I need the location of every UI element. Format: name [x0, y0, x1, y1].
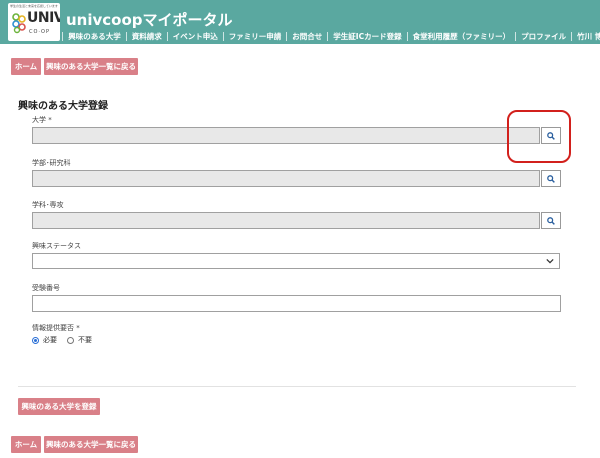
info-provision-label: 情報提供要否 *: [32, 323, 80, 333]
radio-not-required-label: 不要: [78, 336, 92, 344]
radio-required[interactable]: [32, 336, 39, 344]
department-input[interactable]: [32, 212, 540, 229]
home-button-top[interactable]: ホーム: [11, 58, 41, 75]
nav-item-interested-universities[interactable]: 興味のある大学: [63, 31, 127, 41]
interest-status-select[interactable]: [32, 253, 560, 269]
university-label: 大学 *: [32, 115, 52, 125]
chevron-down-icon: [546, 258, 554, 264]
form-divider: [18, 386, 576, 387]
user-menu[interactable]: 竹川 博士: [572, 32, 600, 41]
home-button-bottom[interactable]: ホーム: [11, 436, 41, 453]
logo-wordmark: UNIV.: [27, 10, 60, 26]
info-provision-label-text: 情報提供要否: [32, 324, 74, 332]
search-icon: [547, 216, 555, 225]
back-to-list-button-top[interactable]: 興味のある大学一覧に戻る: [44, 58, 138, 75]
nav-item-event-registration[interactable]: イベント申込: [168, 31, 224, 41]
department-label: 学科･専攻: [32, 201, 64, 209]
nav-item-family-application[interactable]: ファミリー申請: [224, 31, 288, 41]
nav-item-contact[interactable]: お問合せ: [287, 31, 329, 41]
nav-item-cafeteria-history[interactable]: 食堂利用履歴（ファミリー）: [408, 31, 517, 41]
exam-number-label: 受験番号: [32, 284, 60, 292]
nav-item-document-request[interactable]: 資料請求: [127, 31, 168, 41]
interest-status-label: 興味ステータス: [32, 242, 81, 250]
form-title: 興味のある大学登録: [18, 101, 108, 112]
user-name: 竹川 博士: [577, 31, 600, 41]
faculty-label: 学部･研究科: [32, 159, 71, 167]
nav-item-student-id-card[interactable]: 学生証ICカード登録: [328, 31, 408, 41]
logo-mark-icon: [12, 13, 26, 34]
faculty-input[interactable]: [32, 170, 540, 187]
nav-item-home[interactable]: ホーム: [30, 31, 64, 41]
university-label-text: 大学: [32, 116, 46, 124]
app-header: 学生の生活と未来を応援しています UNIV. CO·OP univcoopマイポ…: [0, 0, 600, 44]
required-mark: *: [76, 324, 80, 332]
radio-required-label: 必要: [43, 336, 57, 344]
required-mark: *: [48, 116, 52, 124]
radio-not-required[interactable]: [67, 336, 74, 344]
info-provision-radio-group: 必要 不要: [32, 335, 92, 345]
faculty-search-button[interactable]: [541, 170, 561, 187]
highlight-annotation: [507, 110, 571, 163]
register-university-button[interactable]: 興味のある大学を登録: [18, 398, 100, 415]
back-to-list-button-bottom[interactable]: 興味のある大学一覧に戻る: [44, 436, 138, 453]
university-input[interactable]: [32, 127, 540, 144]
logo-tagline: 学生の生活と未来を応援しています: [10, 4, 58, 8]
department-search-button[interactable]: [541, 212, 561, 229]
nav-item-profile[interactable]: プロファイル: [516, 31, 573, 41]
app-title: univcoopマイポータル: [66, 11, 233, 29]
exam-number-input[interactable]: [32, 295, 561, 312]
search-icon: [547, 174, 555, 183]
main-nav: ホーム 興味のある大学 資料請求 イベント申込 ファミリー申請 お問合せ 学生証…: [30, 30, 600, 42]
